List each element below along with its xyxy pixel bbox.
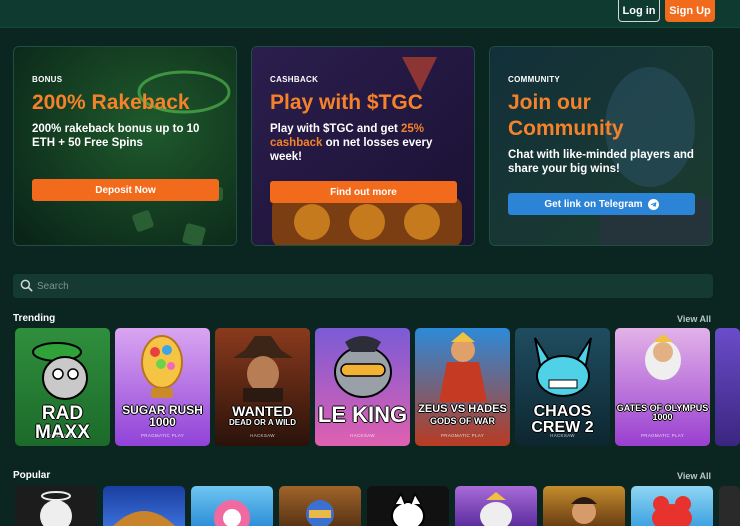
search-icon <box>20 279 33 292</box>
gates-of-olympus-zeus-art <box>645 334 681 380</box>
promo-title: Play with $TGC <box>270 91 423 114</box>
promo-desc-text: Play with $TGC and get <box>270 123 401 135</box>
rad-maxx-character-art <box>32 342 88 400</box>
popular-tile[interactable] <box>367 486 449 526</box>
popular-tile[interactable] <box>543 486 625 526</box>
chaos-crew-cat-art <box>534 337 592 397</box>
promo-card-rakeback: BONUS 200% Rakeback 200% rakeback bonus … <box>13 46 237 246</box>
game-provider: HACKSAW <box>550 433 575 438</box>
search-input[interactable] <box>37 274 677 298</box>
search-bar <box>13 274 713 298</box>
popular-tile-art <box>113 511 175 526</box>
promo-description: Chat with like-minded players and share … <box>508 149 694 175</box>
popular-tile[interactable] <box>279 486 361 526</box>
game-title: ZEUS VS HADES <box>418 403 507 415</box>
login-button[interactable]: Log in <box>618 0 660 22</box>
game-provider: PRAGMATIC PLAY <box>640 433 685 438</box>
game-tile-gates-of-olympus-1000[interactable]: GATES OF OLYMPUS 1000 PRAGMATIC PLAY <box>615 328 710 446</box>
game-tile-rad-maxx[interactable]: RAD MAXX HACKSAW <box>15 328 110 446</box>
game-provider: PRAGMATIC PLAY <box>140 433 185 438</box>
promo-tag: BONUS <box>32 75 63 84</box>
promo-card-cashback: CASHBACK Play with $TGC Play with $TGC a… <box>251 46 475 246</box>
game-tile-zeus-vs-hades[interactable]: ZEUS VS HADES GODS OF WAR PRAGMATIC PLAY <box>415 328 510 446</box>
game-tile-wanted[interactable]: WANTED DEAD OR A WILD HACKSAW <box>215 328 310 446</box>
game-title: LE KING <box>317 402 408 427</box>
game-tile-sugar-rush-1000[interactable]: SUGAR RUSH 1000 PRAGMATIC PLAY <box>115 328 210 446</box>
game-title: CHAOS CREW 2 <box>531 403 594 436</box>
trending-title: Trending <box>13 313 56 324</box>
deposit-now-button[interactable]: Deposit Now <box>32 179 219 201</box>
popular-tile[interactable] <box>455 486 537 526</box>
telegram-link-button[interactable]: Get link on Telegram <box>508 193 695 215</box>
popular-tile[interactable] <box>191 486 273 526</box>
sugar-rush-egg-art <box>141 335 183 398</box>
game-provider: HACKSAW <box>250 433 275 438</box>
popular-tile-partial[interactable] <box>719 486 740 526</box>
wanted-cowboy-art <box>233 336 293 402</box>
promo-title: 200% Rakeback <box>32 91 190 114</box>
popular-tile-art <box>391 492 425 526</box>
game-provider: HACKSAW <box>50 433 75 438</box>
game-provider: HACKSAW <box>350 433 375 438</box>
promo-card-community: COMMUNITY Join our Community Chat with l… <box>489 46 713 246</box>
le-king-raccoon-art <box>334 336 392 398</box>
game-tile-le-king[interactable]: LE KING HACKSAW <box>315 328 410 446</box>
promo-tag: COMMUNITY <box>508 75 561 84</box>
zeus-vs-hades-art <box>439 332 487 402</box>
game-provider: PRAGMATIC PLAY <box>440 433 485 438</box>
promo-tag: CASHBACK <box>270 75 319 84</box>
promo-description: Play with $TGC and get 25% cashback on n… <box>270 122 458 164</box>
game-title: SUGAR RUSH 1000 <box>122 403 203 429</box>
promo-title: Join our Community <box>508 91 624 140</box>
popular-tile-art <box>652 496 692 526</box>
popular-tile-art <box>571 497 597 524</box>
popular-title: Popular <box>13 470 51 481</box>
game-title: WANTED <box>232 403 293 419</box>
game-tile-chaos-crew-2[interactable]: CHAOS CREW 2 HACKSAW <box>515 328 610 446</box>
find-out-more-button[interactable]: Find out more <box>270 181 457 203</box>
popular-tile-art <box>40 491 72 526</box>
popular-tile[interactable] <box>15 486 97 526</box>
game-subtitle: GODS OF WAR <box>430 416 495 426</box>
popular-view-all-link[interactable]: View All <box>677 471 711 481</box>
trending-view-all-link[interactable]: View All <box>677 314 711 324</box>
game-tile-partial[interactable] <box>715 328 740 446</box>
game-title: GATES OF OLYMPUS 1000 <box>616 403 709 422</box>
popular-tile-art <box>480 492 512 526</box>
popular-tile-art <box>214 500 250 526</box>
telegram-icon <box>647 198 659 210</box>
popular-tile-art <box>306 500 334 526</box>
promo-description: 200% rakeback bonus up to 10 ETH + 50 Fr… <box>32 123 200 149</box>
telegram-link-label: Get link on Telegram <box>544 198 643 210</box>
signup-button[interactable]: Sign Up <box>665 0 715 22</box>
popular-tile[interactable] <box>631 486 713 526</box>
popular-tile[interactable] <box>103 486 185 526</box>
game-subtitle: DEAD OR A WILD <box>229 418 296 427</box>
